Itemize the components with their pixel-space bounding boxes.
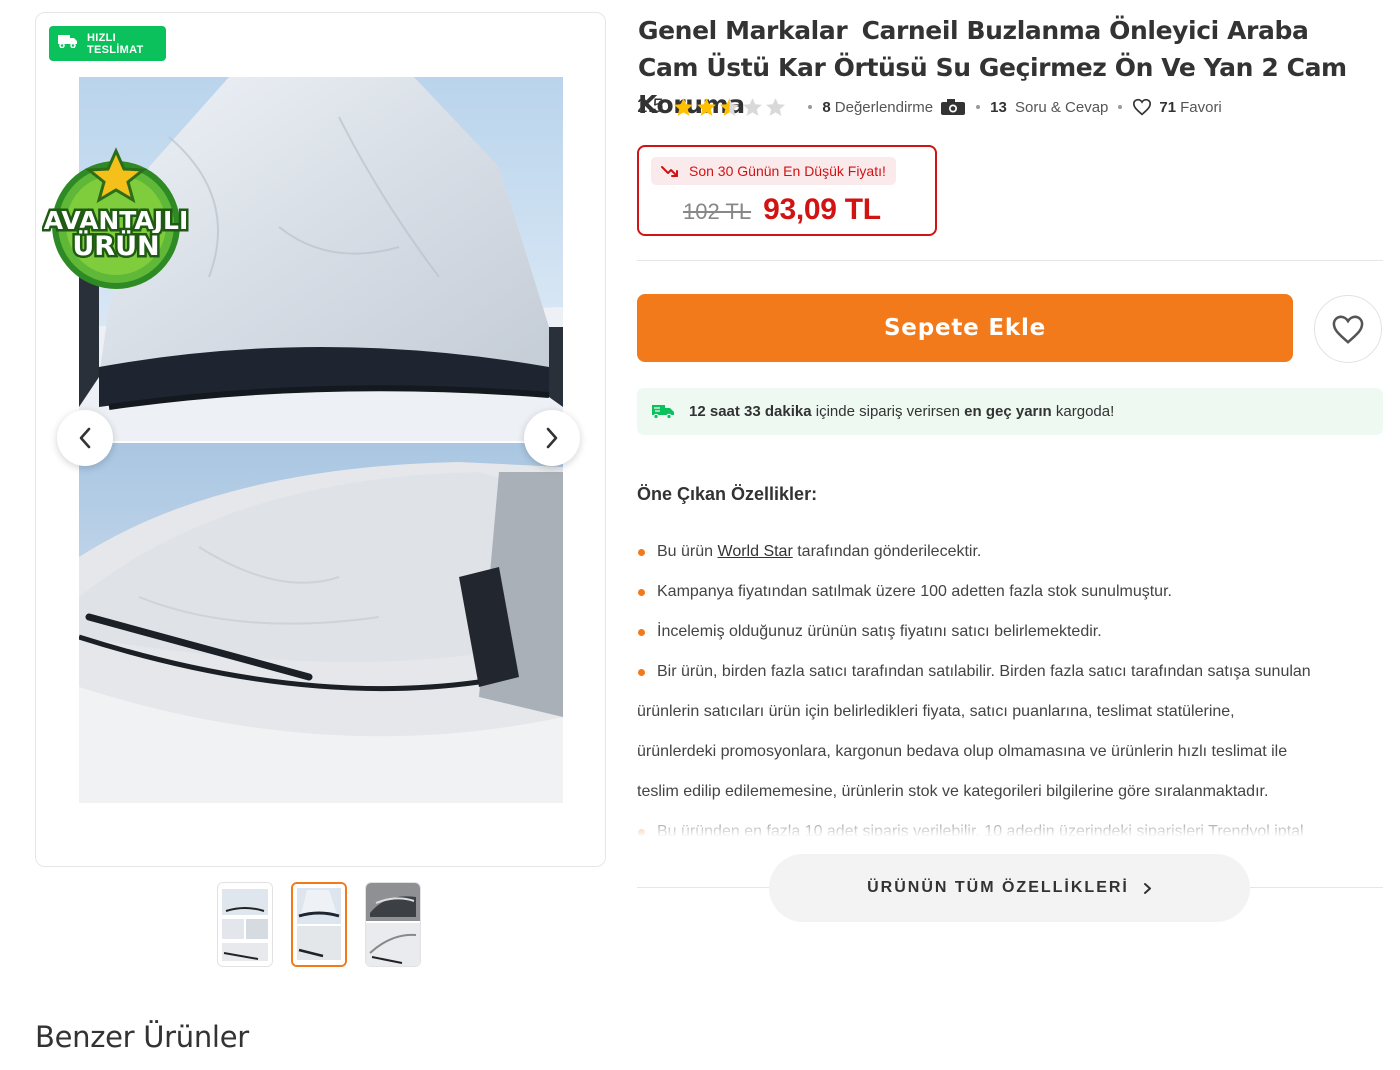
thumbnail-3[interactable] xyxy=(365,882,421,967)
shipping-text-mid: içinde sipariş verirsen xyxy=(815,403,960,420)
feature-3-text: İncelemiş olduğunuz ürünün satış fiyatın… xyxy=(657,623,1102,640)
feature-1-pre: Bu ürün xyxy=(657,543,714,560)
feature-4-line2: ürünlerin satıcıları ürün için belirledi… xyxy=(637,703,1235,720)
shipping-highlight: en geç yarın xyxy=(964,403,1052,420)
all-features-label: ÜRÜNÜN TÜM ÖZELLİKLERİ xyxy=(867,879,1129,896)
truck-icon xyxy=(652,405,674,419)
chevron-right-icon xyxy=(546,427,558,449)
all-features-button[interactable]: ÜRÜNÜN TÜM ÖZELLİKLERİ xyxy=(769,854,1250,922)
divider xyxy=(637,260,1383,261)
rating-stars xyxy=(673,97,786,117)
feature-item: Kampanya fiyatından satılmak üzere 100 a… xyxy=(637,572,1377,612)
shipping-text: 12 saat 33 dakika içinde sipariş verirse… xyxy=(689,403,1114,420)
truck-icon xyxy=(57,34,79,53)
reviews-count: 8 xyxy=(822,98,831,116)
star-icon xyxy=(697,98,717,116)
shipping-info: 12 saat 33 dakika içinde sipariş verirse… xyxy=(637,388,1383,435)
star-icon xyxy=(743,98,763,116)
thumbnail-2[interactable] xyxy=(291,882,347,967)
similar-products-title: Benzer Ürünler xyxy=(35,1020,249,1054)
favorites-count-link[interactable]: 71 Favori xyxy=(1132,98,1222,116)
favorite-button[interactable] xyxy=(1314,295,1382,363)
lowest-price-tag: Son 30 Günün En Düşük Fiyatı! xyxy=(651,157,896,185)
rating-score: 2.5 xyxy=(637,96,664,117)
seller-link[interactable]: World Star xyxy=(718,543,793,560)
feature-1-post: tarafından gönderilecektir. xyxy=(797,543,982,560)
feature-4-line4: teslim edilip edilememesine, ürünlerin s… xyxy=(637,783,1269,800)
fast-delivery-badge: HIZLI TESLİMAT xyxy=(49,26,166,61)
trend-down-icon xyxy=(661,166,678,177)
feature-5-text: Bu üründen en fazla 10 adet sipariş veri… xyxy=(657,823,1304,840)
feature-item: Bu üründen en fazla 10 adet sipariş veri… xyxy=(637,812,1377,842)
features-title: Öne Çıkan Özellikler: xyxy=(637,484,818,504)
shipping-time: 12 saat 33 dakika xyxy=(689,403,812,420)
feature-4-line1: Bir ürün, birden fazla satıcı tarafından… xyxy=(657,663,1311,680)
chevron-right-icon xyxy=(1143,882,1151,894)
camera-icon xyxy=(941,99,966,115)
reviews-link[interactable]: 8 Değerlendirme xyxy=(822,98,966,116)
chevron-left-icon xyxy=(79,427,91,449)
gallery-prev-button[interactable] xyxy=(57,410,113,466)
qa-link[interactable]: 13 Soru & Cevap xyxy=(990,99,1108,116)
star-icon xyxy=(720,98,740,116)
gallery-thumbnails xyxy=(217,882,421,967)
feature-item: Bir ürün, birden fazla satıcı tarafından… xyxy=(637,652,1377,812)
advantage-line2: ÜRÜN xyxy=(72,229,159,262)
feature-item: İncelemiş olduğunuz ürünün satış fiyatın… xyxy=(637,612,1377,652)
favorites-label: Favori xyxy=(1180,98,1222,116)
old-price: 102 TL xyxy=(683,199,752,224)
star-icon xyxy=(674,98,694,116)
qa-count: 13 xyxy=(990,98,1007,116)
heart-icon xyxy=(1332,315,1364,344)
rating-summary: 2.5 8 Değerlendirme 13 Soru & Cevap 71 F… xyxy=(637,96,1222,118)
feature-2-text: Kampanya fiyatından satılmak üzere 100 a… xyxy=(657,583,1172,600)
favorites-count: 71 xyxy=(1159,98,1177,116)
advantage-product-badge: AVANTAJLI ÜRÜN xyxy=(41,145,191,293)
fast-badge-line2: TESLİMAT xyxy=(87,43,144,56)
gallery-next-button[interactable] xyxy=(524,410,580,466)
feature-4-line3: ürünlerdeki promosyonlara, kargonun beda… xyxy=(637,743,1288,760)
product-gallery: HIZLI TESLİMAT AVANTAJLI ÜRÜN xyxy=(35,12,606,867)
heart-icon xyxy=(1133,98,1152,116)
fast-badge-line1: HIZLI xyxy=(87,31,116,44)
features-list: Bu ürün World Star tarafından gönderilec… xyxy=(637,532,1377,842)
price-box: Son 30 Günün En Düşük Fiyatı! 102 TL 93,… xyxy=(637,145,937,236)
thumbnail-1[interactable] xyxy=(217,882,273,967)
feature-item: Bu ürün World Star tarafından gönderilec… xyxy=(637,532,1377,572)
shipping-text-end: kargoda! xyxy=(1055,403,1115,420)
qa-label: Soru & Cevap xyxy=(1015,98,1109,116)
lowest-price-text: Son 30 Günün En Düşük Fiyatı! xyxy=(689,163,886,179)
current-price: 93,09 TL xyxy=(763,193,881,226)
reviews-label: Değerlendirme xyxy=(834,98,934,116)
star-icon xyxy=(766,98,786,116)
add-to-cart-button[interactable]: Sepete Ekle xyxy=(637,294,1293,362)
product-brand[interactable]: Genel Markalar xyxy=(638,16,848,45)
